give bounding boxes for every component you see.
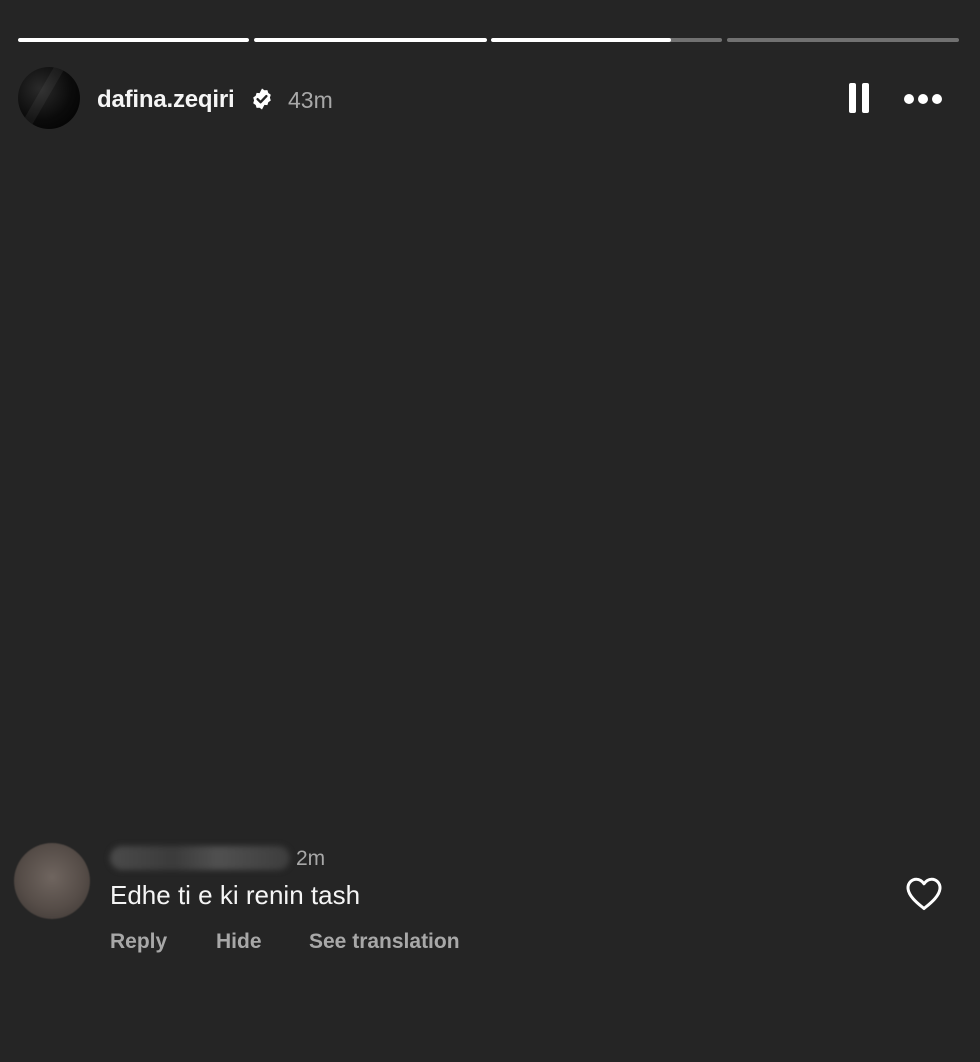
post-time: 43m [288,87,333,113]
more-dot-3 [932,94,942,104]
progress-segment-3 [491,38,722,42]
progress-segment-2 [254,38,487,42]
story-header: dafina.zeqiri 43m [18,67,962,129]
hide-button[interactable]: Hide [216,930,262,954]
see-translation-button[interactable]: See translation [309,930,460,954]
verified-badge-icon [253,88,271,110]
commenter-name-blurred[interactable] [110,846,290,870]
progress-segment-4 [727,38,959,42]
more-dot-1 [904,94,914,104]
pause-bar-right [862,83,869,113]
more-options-icon[interactable] [902,83,944,113]
heart-icon[interactable] [905,876,943,912]
progress-fill-1 [18,38,249,42]
comment-item: 2m Edhe ti e ki renin tash Reply Hide Se… [14,843,966,963]
progress-segment-1 [18,38,249,42]
pause-icon[interactable] [848,83,870,113]
comment-time: 2m [296,847,326,870]
story-progress-bar [18,38,959,42]
reply-button[interactable]: Reply [110,930,167,954]
story-viewer: dafina.zeqiri 43m 2m Edhe ti e ki renin … [0,0,980,1062]
username[interactable]: dafina.zeqiri [97,86,235,114]
more-dot-2 [918,94,928,104]
comment-text: Edhe ti e ki renin tash [110,880,361,910]
progress-fill-2 [254,38,487,42]
pause-bar-left [849,83,856,113]
commenter-avatar[interactable] [14,843,90,919]
progress-fill-3 [491,38,672,42]
profile-avatar[interactable] [18,67,80,129]
